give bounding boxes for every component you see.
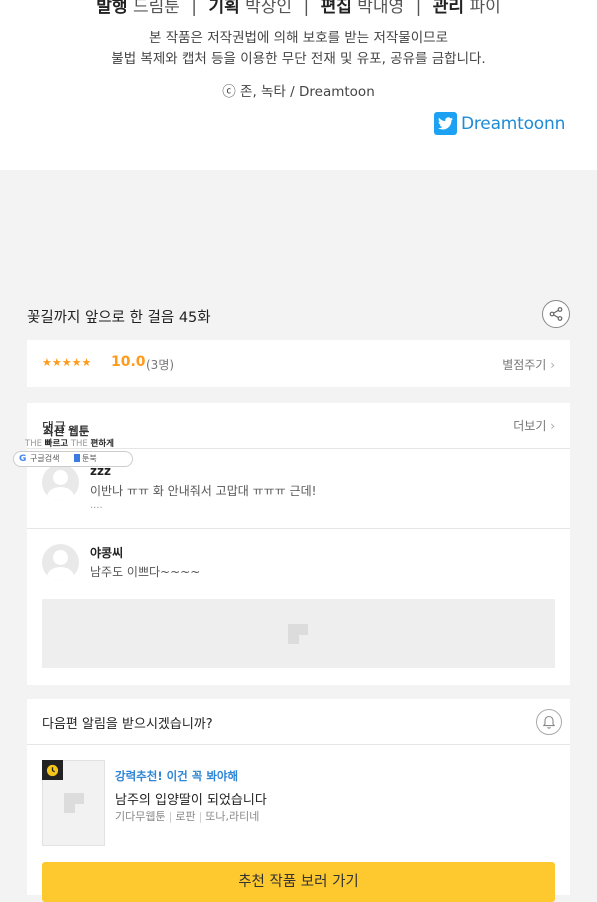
rating-count: (3명) — [146, 358, 175, 372]
avatar — [42, 544, 79, 581]
notice-line-2: 불법 복제와 캡처 등을 이용한 무단 전재 및 유포, 공유를 금합니다. — [111, 51, 486, 67]
divider — [27, 744, 570, 745]
ad-placeholder[interactable] — [42, 599, 555, 668]
image-placeholder-icon — [64, 793, 84, 813]
banner-search-pill[interactable]: G 구글검색 툰북 — [13, 451, 133, 467]
edit-value: 박내영 — [357, 0, 405, 17]
comments-more-button[interactable]: 더보기 › — [513, 417, 555, 434]
brand-name: Dreamtoonn — [461, 113, 566, 134]
avatar — [42, 464, 79, 501]
book-icon — [74, 454, 80, 462]
comment-text: 남주도 이쁘다~~~~ — [90, 565, 201, 579]
meta-genre: 로판 — [175, 810, 196, 823]
notice-line-1: 본 작품은 저작권법에 의해 보호를 받는 저작물이므로 — [149, 30, 448, 46]
star-rating-icon: ★★★★★ — [42, 356, 92, 369]
meta-type: 기다무웹툰 — [115, 810, 166, 823]
copyright-holder: ⓒ 존, 녹타 / Dreamtoon — [222, 84, 375, 100]
comments-more-label: 더보기 — [513, 419, 547, 433]
credits-line: 발행 드림툰 | 기획 박상인 | 편집 박내영 | 관리 파이 — [0, 0, 597, 17]
credits-section: 발행 드림툰 | 기획 박상인 | 편집 박내영 | 관리 파이 본 작품은 저… — [0, 0, 597, 170]
banner-sub-the: THE — [70, 439, 88, 449]
rate-button[interactable]: 별점주기 › — [502, 356, 555, 373]
episode-header: 꽃길까지 앞으로 한 걸음 45화 — [27, 300, 570, 330]
episode-title: 꽃길까지 앞으로 한 걸음 45화 — [27, 310, 211, 326]
pill-app-label: 툰북 — [82, 454, 97, 463]
bell-icon — [542, 715, 556, 729]
comment-author: 야콩씨 — [90, 546, 124, 560]
banner-sub-easy: 편하게 — [90, 439, 114, 449]
chevron-right-icon: › — [550, 419, 555, 433]
image-placeholder-icon — [288, 624, 308, 644]
notify-bell-button[interactable] — [536, 709, 562, 735]
share-icon — [549, 307, 563, 321]
banner-sub-fast: 빠르고 — [44, 439, 69, 449]
clock-icon — [42, 760, 63, 780]
copyright-notice: 본 작품은 저작권법에 의해 보호를 받는 저작물이므로 불법 복제와 캡처 등… — [0, 28, 597, 70]
recommend-tag: 강력추천! 이건 꼭 봐야해 — [115, 769, 239, 783]
comment-more-dots: .... — [90, 500, 103, 511]
floating-app-banner[interactable]: 최신 웹툰 THE 빠르고 THE 편하게 G 구글검색 툰북 — [13, 422, 134, 468]
notify-title: 다음편 알림을 받으시겠습니까? — [42, 717, 213, 732]
twitter-brand-link[interactable]: Dreamtoonn — [434, 112, 565, 135]
rating-card: ★★★★★ 10.0 (3명) 별점주기 › — [27, 340, 570, 387]
comment-item[interactable]: 야콩씨 남주도 이쁘다~~~~ — [27, 529, 570, 589]
publish-label: 발행 — [96, 0, 128, 17]
manage-label: 관리 — [432, 0, 465, 17]
rating-score: 10.0 — [111, 354, 146, 370]
google-icon: G — [19, 454, 27, 464]
banner-subtitle: THE 빠르고 THE 편하게 — [25, 437, 114, 449]
recommend-cta-button[interactable]: 추천 작품 보러 가기 — [42, 862, 555, 902]
publish-value: 드림툰 — [132, 0, 180, 17]
edit-label: 편집 — [320, 0, 352, 17]
share-button[interactable] — [542, 300, 570, 328]
meta-author: 또나,라티네 — [205, 810, 260, 823]
pill-search-label: 구글검색 — [30, 454, 60, 463]
manage-value: 파이 — [469, 0, 501, 17]
recommend-meta: 기다무웹툰 | 로판 | 또나,라티네 — [115, 810, 260, 823]
plan-label: 기획 — [208, 0, 240, 17]
comment-text: 이반나 ㅠㅠ 화 안내줘서 고맙대 ㅠㅠㅠ 근데! — [90, 484, 317, 498]
twitter-bird-icon — [434, 112, 457, 135]
recommend-title[interactable]: 남주의 입양딸이 되었습니다 — [115, 789, 267, 808]
plan-value: 박상인 — [245, 0, 293, 17]
chevron-right-icon: › — [550, 358, 555, 372]
notification-card: 다음편 알림을 받으시겠습니까? 강력추천! 이건 꼭 봐야해 남주의 입양딸이… — [27, 699, 570, 902]
rate-button-label: 별점주기 — [502, 358, 547, 372]
banner-sub-prefix: THE — [25, 439, 42, 449]
